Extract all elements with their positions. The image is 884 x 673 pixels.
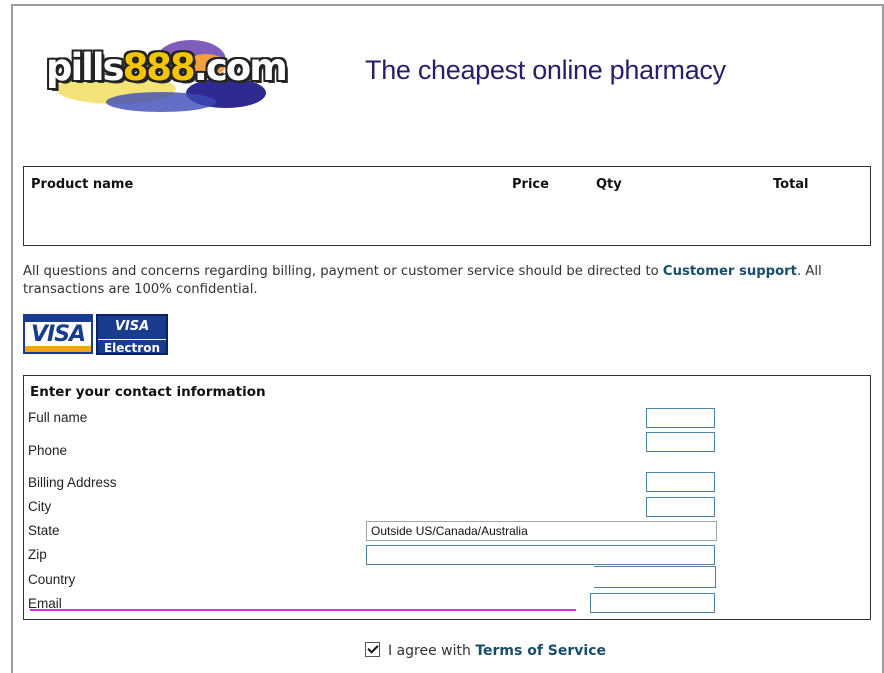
contact-form-title: Enter your contact information (30, 384, 266, 400)
customer-support-link[interactable]: Customer support (663, 264, 797, 279)
email-input[interactable] (590, 593, 715, 613)
full-name-input[interactable] (646, 408, 715, 428)
terms-agreement: I agree with Terms of Service (365, 642, 606, 659)
phone-label: Phone (28, 443, 68, 458)
billing-address-input[interactable] (646, 472, 715, 492)
zip-input[interactable] (366, 545, 715, 565)
logo-text: pills888.com (46, 46, 288, 89)
billing-info-text: All questions and concerns regarding bil… (23, 264, 822, 297)
contact-form: Enter your contact information Full name… (23, 375, 871, 620)
visa-card-logo: VISA (23, 314, 93, 354)
state-label: State (28, 523, 60, 538)
city-input[interactable] (646, 497, 715, 517)
terms-checkbox[interactable] (365, 642, 380, 657)
full-name-label: Full name (28, 410, 88, 425)
billing-address-label: Billing Address (28, 475, 117, 490)
column-total: Total (773, 177, 809, 192)
terms-of-service-link[interactable]: Terms of Service (475, 643, 606, 659)
country-select[interactable] (594, 566, 716, 588)
site-tagline: The cheapest online pharmacy (365, 55, 726, 85)
state-select[interactable]: Outside US/Canada/Australia (366, 521, 717, 541)
country-label: Country (28, 572, 76, 587)
phone-input[interactable] (646, 432, 715, 452)
site-logo[interactable]: pills888.com (36, 34, 288, 114)
column-product-name: Product name (31, 177, 134, 192)
cart-table: Product name Price Qty Total (23, 166, 871, 246)
column-price: Price (512, 177, 549, 192)
city-label: City (28, 499, 52, 514)
column-qty: Qty (596, 177, 622, 192)
logo-pill-graphic (106, 92, 216, 112)
email-focus-underline (30, 609, 576, 611)
visa-electron-card-logo: VISA Electron (96, 314, 168, 355)
zip-label: Zip (28, 547, 47, 562)
